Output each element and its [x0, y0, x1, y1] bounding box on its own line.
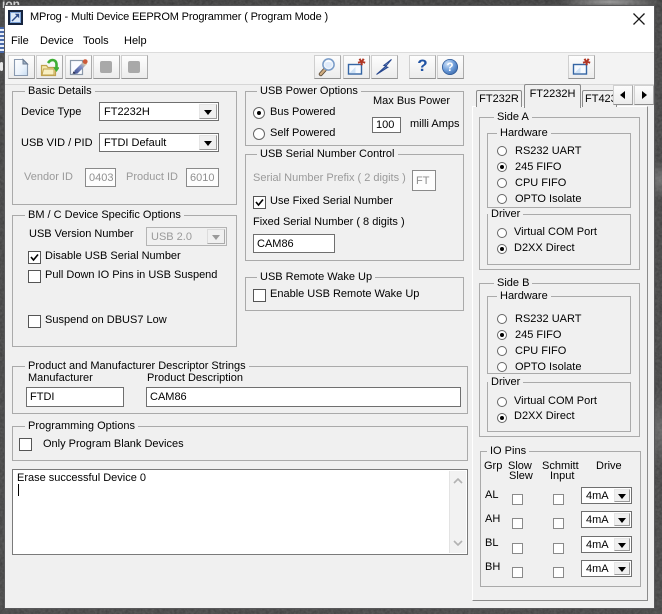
svg-text:?: ?	[446, 62, 453, 74]
